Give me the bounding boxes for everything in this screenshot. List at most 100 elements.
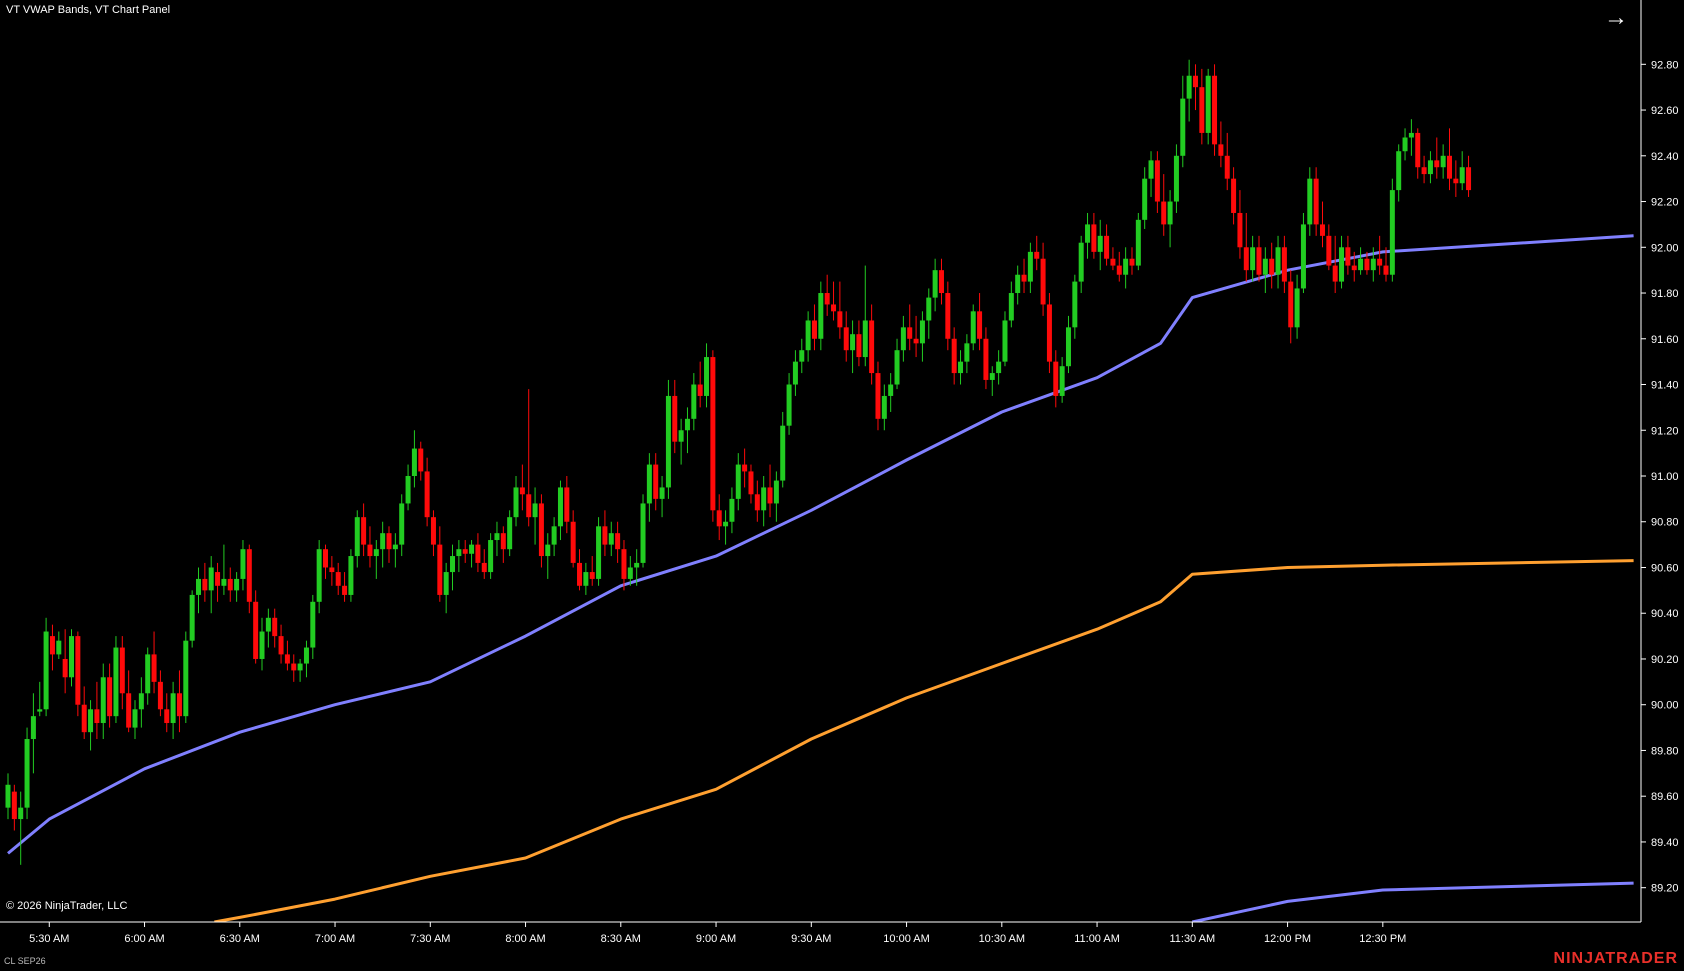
candle [303,640,309,678]
candle [1116,251,1122,282]
candle [716,494,722,541]
candle-body [684,418,690,431]
candle [1319,201,1325,248]
candle-body [138,693,144,710]
candle [1186,59,1192,122]
price-tick-label: 89.20 [1651,883,1679,895]
candle [49,624,55,671]
candle [958,350,964,385]
candle [665,379,671,499]
candle-body [608,533,614,545]
candle [977,293,983,351]
candle-body [1123,258,1129,275]
candle-body [1275,247,1281,275]
candle [132,700,138,740]
candle-body [691,384,697,419]
candle-body [323,549,329,568]
candle-body [1332,265,1338,282]
candle-body [240,549,246,579]
indicator-line-1 [214,559,1634,922]
candle-body [392,544,398,550]
candle-body [640,503,646,563]
candle [551,517,557,557]
candle [469,540,475,568]
candle [323,544,329,579]
candle-body [1199,87,1205,133]
candle [450,544,456,591]
time-tick-label: 8:00 AM [505,933,545,945]
candle [767,464,773,518]
time-tick-label: 8:30 AM [601,933,641,945]
candle [1046,293,1052,374]
candle-body [989,373,995,380]
candle [94,681,100,740]
candle [30,693,36,774]
candle [373,540,379,579]
candle [361,503,367,557]
candle-body [1002,320,1008,362]
candle-body [970,311,976,344]
candle-body [1212,75,1218,145]
candle [646,453,652,522]
candlestick-chart[interactable]: 89.20 89.40 89.60 89.80 90.00 90.20 90.40 90.60… [0,0,1684,971]
candle-body [602,526,608,545]
candle-body [335,572,341,586]
candle [1358,247,1364,275]
candle-body [799,350,805,362]
candle [43,617,49,717]
candle-body [151,654,157,682]
candle-body [831,304,837,312]
candle-body [1389,190,1395,275]
candle [913,315,919,358]
candle [1231,167,1237,225]
candle-body [221,578,227,586]
candle-body [532,503,538,518]
candle-body [234,578,240,591]
candle [151,631,157,694]
candle [735,453,741,511]
candle [811,304,817,351]
candle [37,681,43,717]
candle [113,636,119,724]
candle-body [348,556,354,595]
candle [1161,174,1167,236]
candle [1332,235,1338,294]
candle-body [913,338,919,344]
candle-body [919,320,925,344]
candle [831,281,837,321]
candle-body [659,487,665,499]
candle [342,572,348,602]
price-tick-label: 90.00 [1651,700,1679,712]
candle [513,476,519,527]
candle [176,670,182,733]
candle-body [1161,201,1167,225]
candle [881,384,887,431]
candle-body [1294,288,1300,328]
candle [729,487,735,534]
candle [1180,75,1186,168]
candle-body [634,562,640,568]
candle [837,281,843,339]
candle-body [208,567,214,591]
candle [526,389,532,527]
candle [284,640,290,671]
price-tick-label: 90.80 [1651,517,1679,529]
candle [196,567,202,614]
candle-body [227,578,233,591]
candle-body [469,544,475,554]
price-tick-label: 91.00 [1651,471,1679,483]
candle-body [1377,258,1383,266]
candle [1377,235,1383,275]
price-tick-label: 91.60 [1651,334,1679,346]
candle-body [481,562,487,573]
candle [367,526,373,568]
candle-body [1186,75,1192,99]
candle [189,590,195,648]
candle-body [888,384,894,396]
candle-body [786,384,792,426]
candle-body [837,311,843,328]
candle-body [646,464,652,504]
candle-body [583,572,589,586]
candle-body [488,540,494,573]
candle [253,590,259,664]
